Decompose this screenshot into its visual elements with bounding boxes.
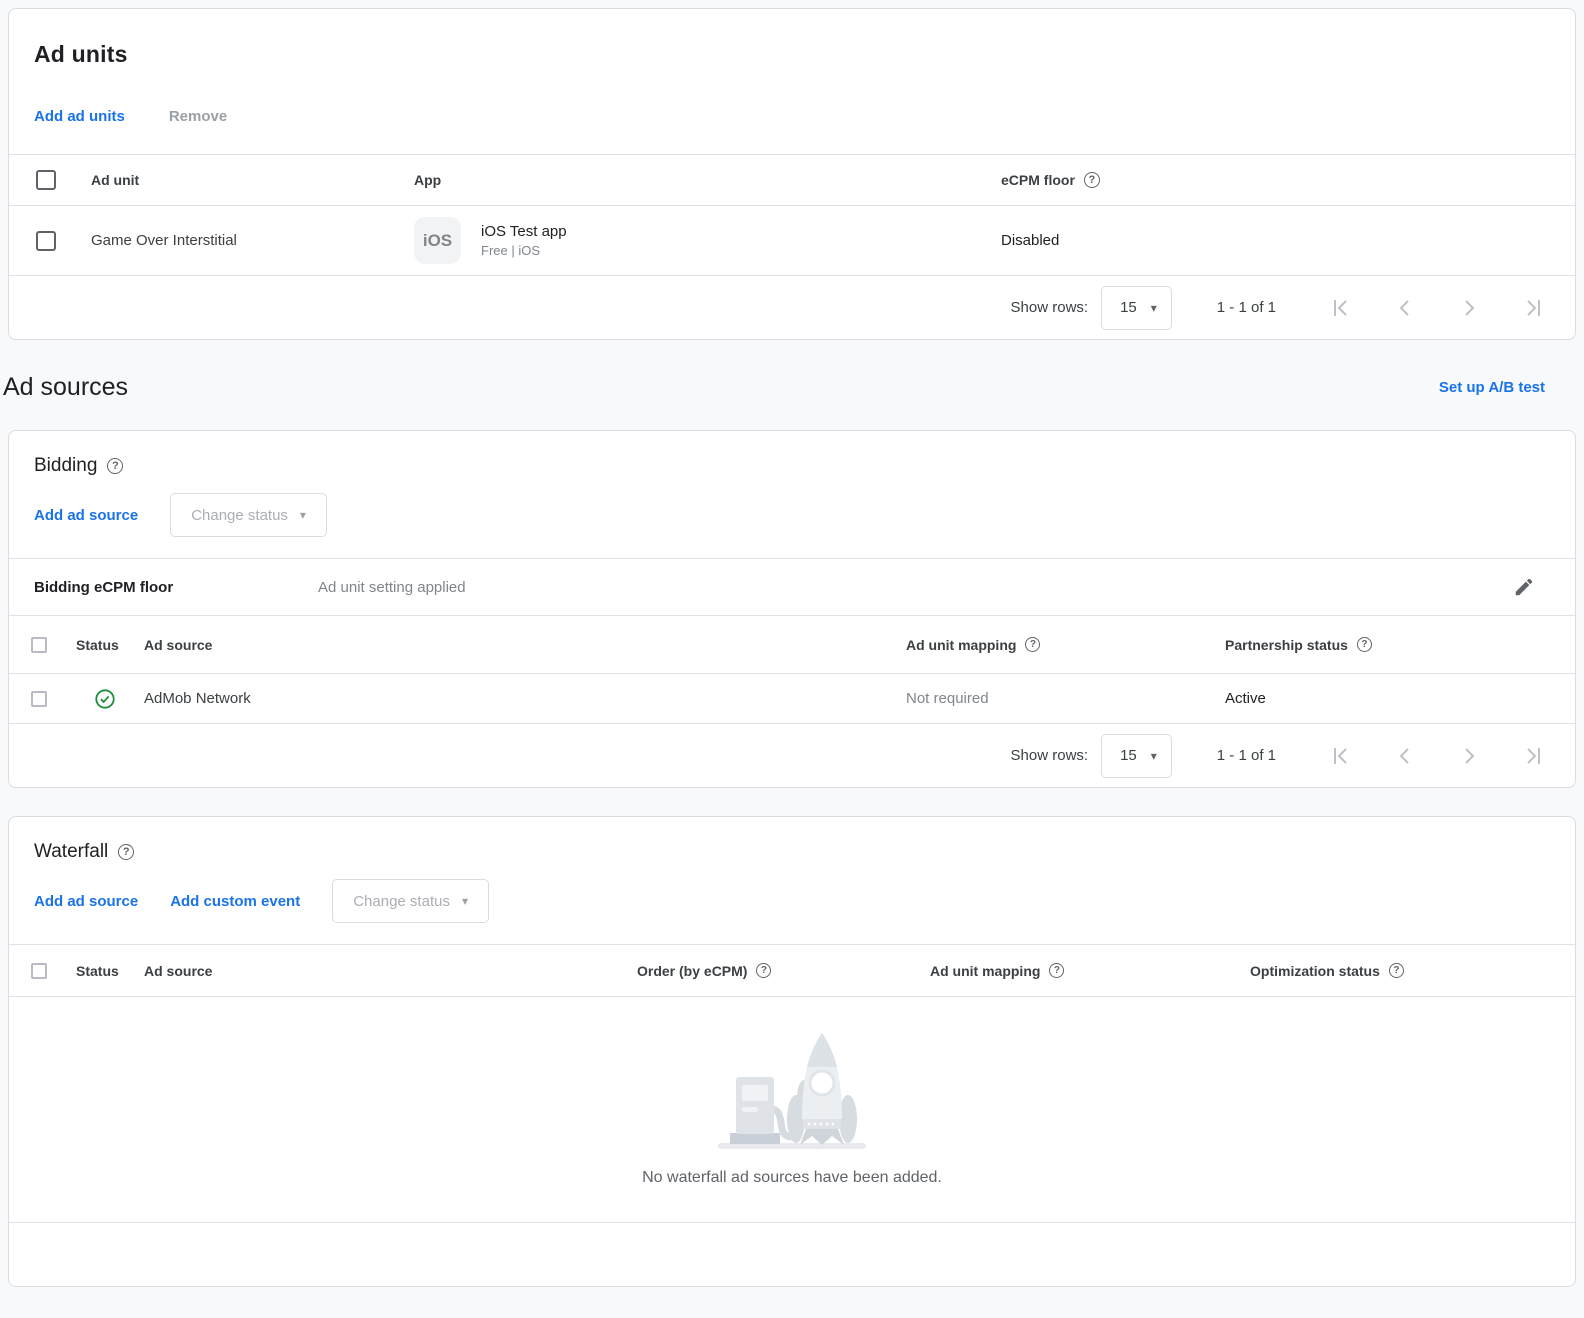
- bidding-select-all-checkbox[interactable]: [31, 637, 47, 653]
- col-partnership-status: Partnership status: [1225, 637, 1348, 653]
- col-ad-unit-mapping: Ad unit mapping: [906, 637, 1016, 653]
- mediation-group-page: Ad units Add ad units Remove Ad unit App…: [0, 8, 1584, 1318]
- rows-per-page-select[interactable]: 15 ▾: [1101, 734, 1172, 778]
- first-page-icon[interactable]: [1329, 744, 1353, 768]
- ad-sources-title: Ad sources: [3, 373, 128, 402]
- page-range: 1 - 1 of 1: [1217, 747, 1276, 764]
- waterfall-empty-text: No waterfall ad sources have been added.: [642, 1169, 942, 1187]
- ad-source-name: AdMob Network: [144, 690, 906, 707]
- bidding-ecpm-floor-label: Bidding eCPM floor: [34, 579, 318, 596]
- active-status-icon: [94, 688, 116, 710]
- add-ad-units-button[interactable]: Add ad units: [34, 108, 125, 125]
- ecpm-floor-value: Disabled: [1001, 232, 1575, 249]
- waterfall-footer: [9, 1222, 1575, 1286]
- bidding-title: Bidding: [34, 455, 97, 477]
- col-ad-source: Ad source: [144, 637, 212, 653]
- ad-units-title: Ad units: [34, 41, 1550, 68]
- chevron-down-icon: ▾: [300, 509, 306, 521]
- waterfall-select-all-checkbox[interactable]: [31, 963, 47, 979]
- first-page-icon[interactable]: [1329, 296, 1353, 320]
- ad-unit-mapping-value: Not required: [906, 690, 1225, 707]
- row-checkbox[interactable]: [36, 231, 56, 251]
- bidding-card: Bidding ? Add ad source Change status ▾ …: [8, 430, 1576, 788]
- chevron-down-icon: ▾: [462, 895, 468, 907]
- remove-button: Remove: [169, 108, 227, 125]
- col-optimization-status: Optimization status: [1250, 963, 1380, 979]
- ad-unit-mapping-help-icon[interactable]: ?: [1025, 637, 1040, 652]
- waterfall-change-status-button: Change status ▾: [332, 879, 489, 923]
- bidding-ecpm-floor-value: Ad unit setting applied: [318, 579, 1513, 596]
- ad-sources-section-header: Ad sources Set up A/B test: [0, 340, 1584, 430]
- previous-page-icon[interactable]: [1393, 744, 1417, 768]
- page-range: 1 - 1 of 1: [1217, 299, 1276, 316]
- waterfall-add-ad-source-button[interactable]: Add ad source: [34, 893, 138, 910]
- ios-app-icon: iOS: [414, 217, 461, 264]
- rows-per-page-select[interactable]: 15 ▾: [1101, 286, 1172, 330]
- ad-units-card: Ad units Add ad units Remove Ad unit App…: [8, 8, 1576, 340]
- waterfall-title: Waterfall: [34, 841, 108, 863]
- bidding-add-ad-source-button[interactable]: Add ad source: [34, 507, 138, 524]
- optimization-status-help-icon[interactable]: ?: [1389, 963, 1404, 978]
- partnership-status-help-icon[interactable]: ?: [1357, 637, 1372, 652]
- last-page-icon[interactable]: [1521, 296, 1545, 320]
- waterfall-empty-state: No waterfall ad sources have been added.: [9, 996, 1575, 1222]
- col-order: Order (by eCPM): [637, 963, 747, 979]
- bidding-pagination: Show rows: 15 ▾ 1 - 1 of 1: [9, 724, 1575, 787]
- ad-unit-mapping-help-icon[interactable]: ?: [1049, 963, 1064, 978]
- bidding-help-icon[interactable]: ?: [107, 458, 123, 474]
- pencil-icon: [1513, 576, 1535, 598]
- select-all-checkbox[interactable]: [36, 170, 56, 190]
- add-custom-event-button[interactable]: Add custom event: [170, 893, 300, 910]
- next-page-icon[interactable]: [1457, 744, 1481, 768]
- app-meta: Free | iOS: [481, 242, 567, 260]
- col-ecpm-floor: eCPM floor: [1001, 172, 1075, 188]
- ad-unit-row: Game Over Interstitial iOS iOS Test app …: [9, 206, 1575, 276]
- waterfall-table-header: Status Ad source Order (by eCPM) ? Ad un…: [9, 944, 1575, 996]
- setup-ab-test-link[interactable]: Set up A/B test: [1439, 379, 1545, 396]
- last-page-icon[interactable]: [1521, 744, 1545, 768]
- edit-ecpm-floor-button[interactable]: [1513, 576, 1535, 598]
- partnership-status-value: Active: [1225, 690, 1575, 707]
- order-help-icon[interactable]: ?: [756, 963, 771, 978]
- bidding-row: AdMob Network Not required Active: [9, 674, 1575, 724]
- bidding-row-checkbox[interactable]: [31, 691, 47, 707]
- col-ad-source: Ad source: [144, 963, 212, 979]
- bidding-table-header: Status Ad source Ad unit mapping ? Partn…: [9, 615, 1575, 674]
- show-rows-label: Show rows:: [1011, 299, 1089, 316]
- col-app: App: [414, 172, 1001, 188]
- chevron-down-icon: ▾: [1151, 302, 1157, 314]
- ad-units-pagination: Show rows: 15 ▾ 1 - 1 of 1: [9, 276, 1575, 339]
- col-status: Status: [76, 963, 144, 979]
- ecpm-floor-help-icon[interactable]: ?: [1084, 172, 1100, 188]
- bidding-ecpm-floor-row: Bidding eCPM floor Ad unit setting appli…: [9, 558, 1575, 615]
- previous-page-icon[interactable]: [1393, 296, 1417, 320]
- next-page-icon[interactable]: [1457, 296, 1481, 320]
- bidding-change-status-button: Change status ▾: [170, 493, 327, 537]
- ad-units-table-header: Ad unit App eCPM floor ?: [9, 154, 1575, 206]
- chevron-down-icon: ▾: [1151, 750, 1157, 762]
- ad-unit-name: Game Over Interstitial: [91, 232, 414, 249]
- rocket-fuel-pump-illustration: [710, 1027, 874, 1153]
- col-ad-unit: Ad unit: [91, 172, 414, 188]
- waterfall-help-icon[interactable]: ?: [118, 844, 134, 860]
- app-name: iOS Test app: [481, 221, 567, 243]
- show-rows-label: Show rows:: [1011, 747, 1089, 764]
- col-ad-unit-mapping: Ad unit mapping: [930, 963, 1040, 979]
- waterfall-card: Waterfall ? Add ad source Add custom eve…: [8, 816, 1576, 1287]
- col-status: Status: [76, 637, 144, 653]
